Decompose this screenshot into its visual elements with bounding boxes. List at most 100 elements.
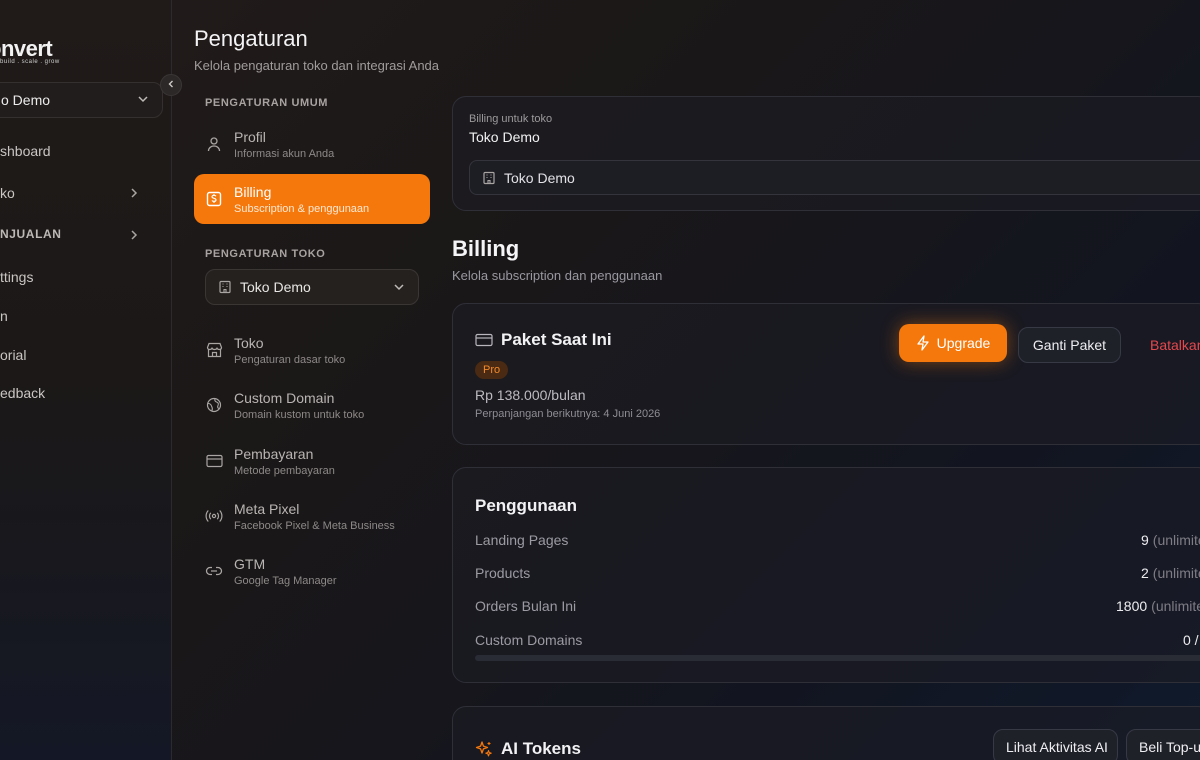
sidebar-item-label: ttings bbox=[0, 269, 34, 285]
billing-store-select[interactable]: Toko Demo bbox=[469, 160, 1200, 195]
section-label-general: PENGATURAN UMUM bbox=[205, 97, 329, 109]
usage-row: Custom Domains 0 / bbox=[475, 632, 1200, 648]
sidebar-item-settings[interactable]: ttings bbox=[0, 269, 160, 285]
settings-item-desc: Google Tag Manager bbox=[234, 574, 337, 587]
chevron-left-icon bbox=[166, 76, 176, 94]
settings-item-title: Meta Pixel bbox=[234, 500, 300, 517]
sidebar-item-label: orial bbox=[0, 347, 27, 363]
link-icon bbox=[205, 562, 223, 580]
page-title: Pengaturan bbox=[194, 26, 308, 51]
settings-item-desc: Subscription & penggunaan bbox=[234, 202, 370, 215]
usage-row: Landing Pages 9(unlimited) bbox=[475, 532, 1200, 548]
settings-item-desc: Pengaturan dasar toko bbox=[234, 353, 346, 366]
billing-header: Billing Kelola subscription dan pengguna… bbox=[452, 236, 662, 283]
settings-item-title: Profil bbox=[234, 128, 266, 145]
ai-tokens-card: AI Tokens Lihat Aktivitas AI Beli Top-up bbox=[452, 706, 1200, 760]
lightning-icon bbox=[916, 335, 930, 351]
settings-item-title: Toko bbox=[234, 334, 264, 351]
credit-card-icon bbox=[475, 333, 493, 347]
settings-item-desc: Informasi akun Anda bbox=[234, 147, 335, 160]
credit-card-icon bbox=[205, 452, 223, 470]
store-select-value: Toko Demo bbox=[240, 279, 311, 295]
settings-item-toko[interactable]: Toko Pengaturan dasar toko bbox=[194, 325, 430, 375]
settings-item-desc: Metode pembayaran bbox=[234, 464, 335, 477]
plan-title-text: Paket Saat Ini bbox=[501, 330, 612, 349]
usage-label: Landing Pages bbox=[475, 532, 569, 548]
settings-item-gtm[interactable]: GTM Google Tag Manager bbox=[194, 546, 430, 596]
section-label-store: PENGATURAN TOKO bbox=[205, 248, 326, 260]
chevron-right-icon bbox=[128, 228, 140, 245]
usage-card: Penggunaan Landing Pages 9(unlimited) Pr… bbox=[452, 467, 1200, 683]
sidebar-item-label: shboard bbox=[0, 143, 51, 159]
globe-icon bbox=[205, 396, 223, 414]
sidebar-collapse-button[interactable] bbox=[160, 74, 182, 96]
view-ai-activity-button[interactable]: Lihat Aktivitas AI bbox=[993, 729, 1118, 760]
sparkles-icon bbox=[475, 740, 493, 758]
sidebar-item-penjualan[interactable]: NJUALAN bbox=[0, 227, 160, 241]
current-plan-card: Paket Saat Ini Pro Rp 138.000/bulan Perp… bbox=[452, 303, 1200, 445]
sidebar-item-tutorial[interactable]: orial bbox=[0, 347, 160, 363]
billing-store-label: Billing untuk toko bbox=[469, 113, 553, 125]
usage-label: Orders Bulan Ini bbox=[475, 598, 577, 614]
sidebar-item-label: NJUALAN bbox=[0, 227, 62, 241]
settings-item-title: GTM bbox=[234, 555, 266, 572]
buy-topup-button[interactable]: Beli Top-up bbox=[1126, 729, 1200, 760]
sidebar-item-feedback[interactable]: edback bbox=[0, 385, 160, 401]
sidebar-item-label: n bbox=[0, 308, 8, 324]
store-switcher[interactable]: o Demo bbox=[0, 82, 163, 118]
settings-item-billing[interactable]: Billing Subscription & penggunaan bbox=[194, 174, 430, 224]
dollar-receipt-icon bbox=[205, 190, 223, 208]
change-plan-button[interactable]: Ganti Paket bbox=[1018, 327, 1121, 363]
usage-progress-bar bbox=[475, 655, 1200, 661]
sidebar-item-dashboard[interactable]: shboard bbox=[0, 143, 160, 159]
store-icon bbox=[205, 341, 223, 359]
usage-value: 9(unlimited) bbox=[1141, 532, 1200, 548]
ai-tokens-title-text: AI Tokens bbox=[501, 739, 581, 758]
usage-value: 2(unlimited) bbox=[1141, 565, 1200, 581]
store-switcher-label: o Demo bbox=[1, 92, 51, 108]
building-icon bbox=[482, 171, 496, 185]
settings-item-title: Custom Domain bbox=[234, 389, 335, 406]
upgrade-label: Upgrade bbox=[936, 335, 991, 351]
billing-subtitle: Kelola subscription dan penggunaan bbox=[452, 268, 663, 283]
logo-text: onvert bbox=[0, 36, 53, 61]
settings-item-pembayaran[interactable]: Pembayaran Metode pembayaran bbox=[194, 436, 430, 486]
usage-row: Orders Bulan Ini 1800(unlimited) bbox=[475, 598, 1200, 614]
building-icon bbox=[218, 280, 232, 294]
usage-row: Products 2(unlimited) bbox=[475, 565, 1200, 581]
sidebar-item-toko[interactable]: ko bbox=[0, 185, 160, 201]
store-select[interactable]: Toko Demo bbox=[205, 269, 419, 305]
settings-item-profil[interactable]: Profil Informasi akun Anda bbox=[194, 119, 430, 169]
chevron-down-icon bbox=[136, 92, 150, 109]
plan-renewal: Perpanjangan berikutnya: 4 Juni 2026 bbox=[475, 408, 661, 420]
settings-item-title: Billing bbox=[234, 183, 272, 200]
page-header: Pengaturan Kelola pengaturan toko dan in… bbox=[194, 26, 439, 73]
settings-item-desc: Facebook Pixel & Meta Business bbox=[234, 519, 395, 532]
logo[interactable]: onvert build . scale . grow bbox=[0, 36, 60, 66]
chevron-right-icon bbox=[128, 186, 140, 203]
settings-item-custom-domain[interactable]: Custom Domain Domain kustom untuk toko bbox=[194, 380, 430, 430]
plan-price: Rp 138.000/bulan bbox=[475, 387, 586, 403]
cancel-plan-button[interactable]: Batalkan bbox=[1150, 337, 1200, 353]
settings-item-meta-pixel[interactable]: Meta Pixel Facebook Pixel & Meta Busines… bbox=[194, 491, 430, 541]
sidebar-item-label: ko bbox=[0, 185, 15, 201]
sidebar-item-n[interactable]: n bbox=[0, 308, 160, 324]
plan-title: Paket Saat Ini bbox=[475, 330, 612, 350]
ai-tokens-title: AI Tokens bbox=[475, 739, 581, 759]
upgrade-button[interactable]: Upgrade bbox=[899, 324, 1007, 362]
plan-badge: Pro bbox=[475, 361, 509, 379]
sidebar-item-label: edback bbox=[0, 385, 46, 401]
billing-store-select-value: Toko Demo bbox=[504, 169, 575, 186]
usage-title: Penggunaan bbox=[475, 496, 578, 515]
usage-value: 1800(unlimited) bbox=[1116, 598, 1200, 614]
user-icon bbox=[205, 135, 223, 153]
chevron-down-icon bbox=[392, 280, 406, 297]
logo-tagline: build . scale . grow bbox=[0, 59, 60, 65]
usage-label: Custom Domains bbox=[475, 632, 583, 648]
app-sidebar: onvert build . scale . grow o Demo shboa… bbox=[0, 0, 172, 760]
usage-unit: (unlimited) bbox=[1151, 598, 1200, 614]
usage-label: Products bbox=[475, 565, 531, 581]
usage-unit: (unlimited) bbox=[1152, 532, 1200, 548]
billing-store-name: Toko Demo bbox=[469, 129, 540, 145]
usage-unit: (unlimited) bbox=[1152, 565, 1200, 581]
